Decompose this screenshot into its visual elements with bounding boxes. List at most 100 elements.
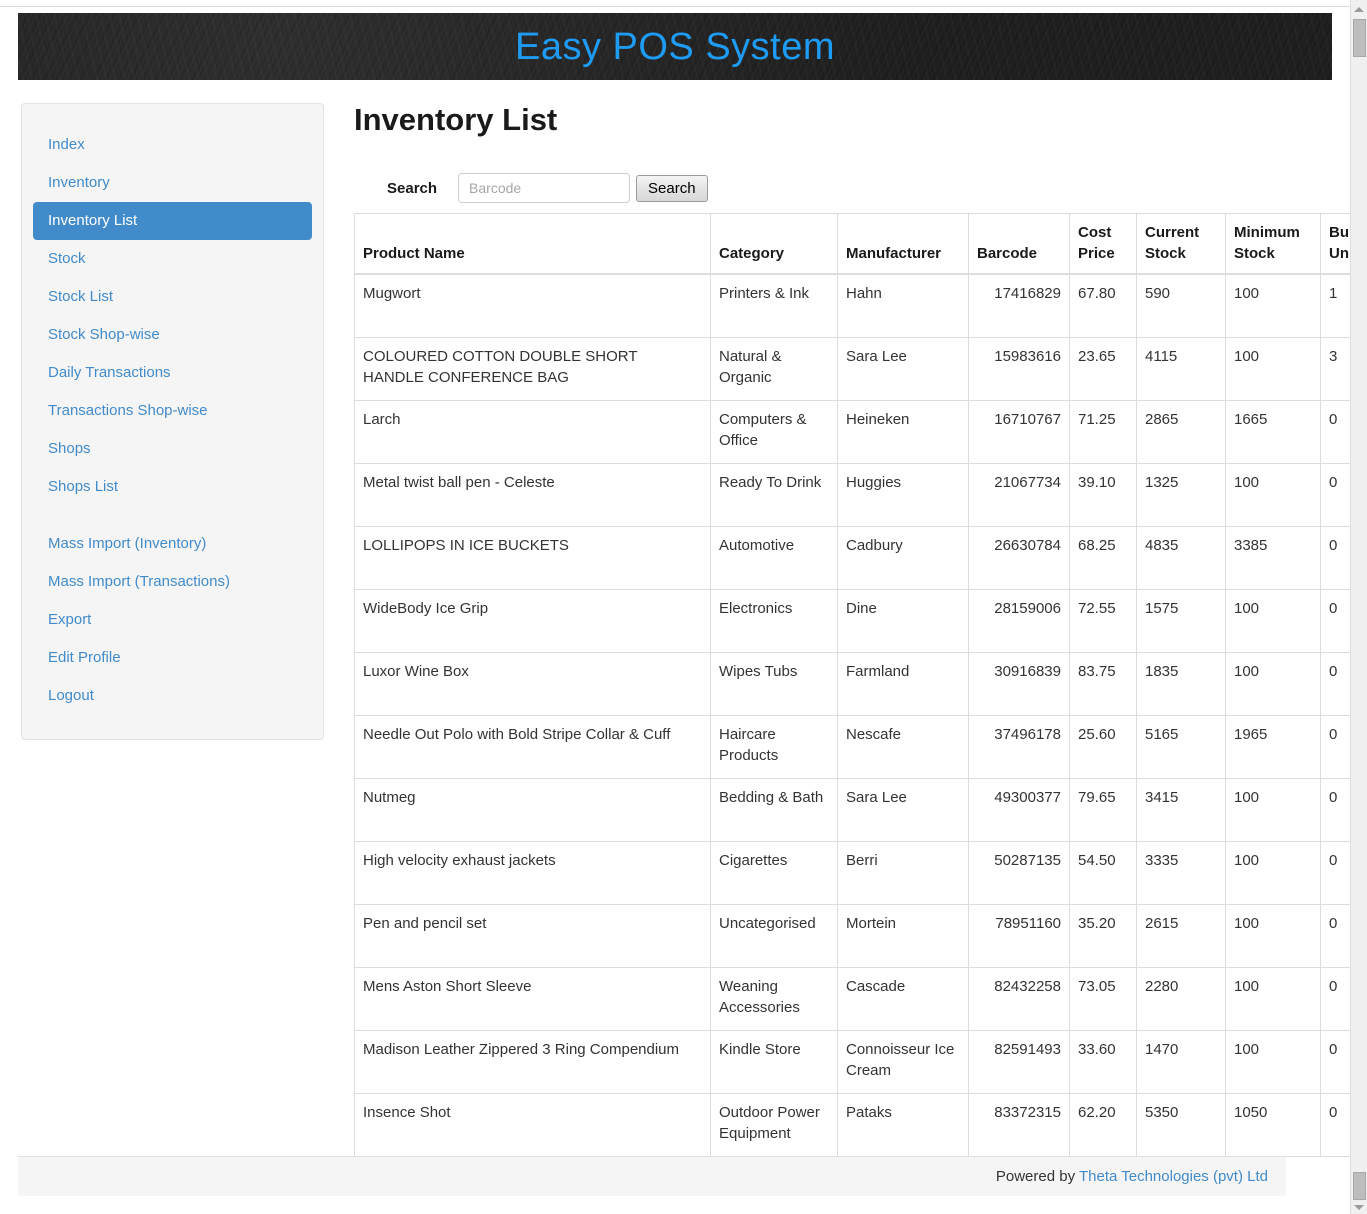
cell-bundle-unit: 0: [1321, 968, 1351, 1031]
column-header-barcode[interactable]: Barcode: [969, 214, 1070, 275]
main-content: Inventory List Search Search Product Nam…: [354, 103, 1332, 1157]
sidebar-item-transactions-shop-wise[interactable]: Transactions Shop-wise: [33, 392, 312, 430]
inventory-table-head: Product Name Category Manufacturer Barco…: [355, 214, 1351, 275]
table-row: COLOURED COTTON DOUBLE SHORT HANDLE CONF…: [355, 338, 1351, 401]
cell-bundle-unit: 0: [1321, 716, 1351, 779]
cell-current-stock: 5350: [1137, 1094, 1226, 1157]
table-row: NutmegBedding & BathSara Lee4930037779.6…: [355, 779, 1351, 842]
sidebar-item-export[interactable]: Export: [33, 601, 312, 639]
sidebar-item-logout[interactable]: Logout: [33, 677, 312, 715]
cell-category: Printers & Ink: [711, 274, 838, 338]
footer-company-link[interactable]: Theta Technologies (pvt) Ltd: [1079, 1168, 1268, 1185]
cell-barcode: 30916839: [969, 653, 1070, 716]
sidebar-nav: Index Inventory Inventory List Stock Sto…: [21, 103, 324, 740]
cell-minimum-stock: 1050: [1226, 1094, 1321, 1157]
cell-category: Haircare Products: [711, 716, 838, 779]
cell-product-name: Pen and pencil set: [355, 905, 711, 968]
scroll-up-arrow-icon[interactable]: [1354, 7, 1364, 12]
footer-credit-prefix: Powered by: [996, 1168, 1079, 1185]
search-button[interactable]: Search: [636, 175, 708, 202]
cell-barcode: 16710767: [969, 401, 1070, 464]
page-title: Inventory List: [354, 103, 1332, 145]
cell-bundle-unit: 0: [1321, 1031, 1351, 1094]
cell-manufacturer: Dine: [838, 590, 969, 653]
cell-current-stock: 1835: [1137, 653, 1226, 716]
footer-credit: Powered by Theta Technologies (pvt) Ltd: [996, 1168, 1268, 1185]
inventory-table-body: MugwortPrinters & InkHahn1741682967.8059…: [355, 274, 1351, 1157]
sidebar-item-edit-profile[interactable]: Edit Profile: [33, 639, 312, 677]
cell-category: Kindle Store: [711, 1031, 838, 1094]
column-header-product-name[interactable]: Product Name: [355, 214, 711, 275]
column-header-current-stock[interactable]: Current Stock: [1137, 214, 1226, 275]
table-row: Metal twist ball pen - CelesteReady To D…: [355, 464, 1351, 527]
cell-minimum-stock: 1665: [1226, 401, 1321, 464]
cell-minimum-stock: 100: [1226, 905, 1321, 968]
cell-barcode: 37496178: [969, 716, 1070, 779]
cell-bundle-unit: 0: [1321, 905, 1351, 968]
cell-barcode: 28159006: [969, 590, 1070, 653]
cell-cost-price: 83.75: [1070, 653, 1137, 716]
cell-product-name: High velocity exhaust jackets: [355, 842, 711, 905]
cell-minimum-stock: 100: [1226, 1031, 1321, 1094]
cell-cost-price: 72.55: [1070, 590, 1137, 653]
scroll-down-arrow-icon[interactable]: [1354, 1205, 1364, 1210]
scrollbar-thumb[interactable]: [1353, 19, 1366, 57]
cell-current-stock: 4115: [1137, 338, 1226, 401]
cell-manufacturer: Sara Lee: [838, 779, 969, 842]
cell-category: Ready To Drink: [711, 464, 838, 527]
cell-bundle-unit: 0: [1321, 590, 1351, 653]
page-content: Easy POS System Index Inventory Inventor…: [0, 7, 1350, 1214]
sidebar-item-stock-shop-wise[interactable]: Stock Shop-wise: [33, 316, 312, 354]
cell-manufacturer: Berri: [838, 842, 969, 905]
cell-current-stock: 1325: [1137, 464, 1226, 527]
scrollbar-thumb-secondary[interactable]: [1353, 1172, 1366, 1200]
cell-cost-price: 71.25: [1070, 401, 1137, 464]
cell-cost-price: 67.80: [1070, 274, 1137, 338]
sidebar-item-stock-list[interactable]: Stock List: [33, 278, 312, 316]
column-header-category[interactable]: Category: [711, 214, 838, 275]
cell-cost-price: 33.60: [1070, 1031, 1137, 1094]
sidebar-item-shops-list[interactable]: Shops List: [33, 468, 312, 506]
table-header-row: Product Name Category Manufacturer Barco…: [355, 214, 1351, 275]
sidebar-item-shops[interactable]: Shops: [33, 430, 312, 468]
cell-cost-price: 62.20: [1070, 1094, 1137, 1157]
sidebar-item-stock[interactable]: Stock: [33, 240, 312, 278]
cell-manufacturer: Sara Lee: [838, 338, 969, 401]
search-input[interactable]: [458, 173, 630, 203]
cell-category: Wipes Tubs: [711, 653, 838, 716]
table-row: Madison Leather Zippered 3 Ring Compendi…: [355, 1031, 1351, 1094]
cell-category: Uncategorised: [711, 905, 838, 968]
column-header-bundle-unit[interactable]: Bundle Unit: [1321, 214, 1351, 275]
search-form: Search Search: [354, 173, 1332, 203]
cell-current-stock: 590: [1137, 274, 1226, 338]
cell-bundle-unit: 0: [1321, 464, 1351, 527]
cell-current-stock: 2280: [1137, 968, 1226, 1031]
cell-cost-price: 23.65: [1070, 338, 1137, 401]
cell-manufacturer: Pataks: [838, 1094, 969, 1157]
sidebar-item-mass-import-transactions[interactable]: Mass Import (Transactions): [33, 563, 312, 601]
cell-manufacturer: Nescafe: [838, 716, 969, 779]
column-header-cost-price[interactable]: Cost Price: [1070, 214, 1137, 275]
page-scrollbar[interactable]: [1350, 0, 1367, 1214]
table-row: Pen and pencil setUncategorisedMortein78…: [355, 905, 1351, 968]
cell-bundle-unit: 3: [1321, 338, 1351, 401]
sidebar-item-inventory-list[interactable]: Inventory List: [33, 202, 312, 240]
cell-barcode: 82432258: [969, 968, 1070, 1031]
cell-product-name: Larch: [355, 401, 711, 464]
sidebar-item-daily-transactions[interactable]: Daily Transactions: [33, 354, 312, 392]
table-row: High velocity exhaust jacketsCigarettesB…: [355, 842, 1351, 905]
column-header-manufacturer[interactable]: Manufacturer: [838, 214, 969, 275]
sidebar-item-index[interactable]: Index: [33, 126, 312, 164]
sidebar-item-mass-import-inventory[interactable]: Mass Import (Inventory): [33, 525, 312, 563]
cell-bundle-unit: 0: [1321, 842, 1351, 905]
cell-product-name: Nutmeg: [355, 779, 711, 842]
column-header-minimum-stock[interactable]: Minimum Stock: [1226, 214, 1321, 275]
cell-barcode: 50287135: [969, 842, 1070, 905]
browser-viewport: Easy POS System Index Inventory Inventor…: [0, 0, 1367, 1214]
cell-current-stock: 5165: [1137, 716, 1226, 779]
table-row: WideBody Ice GripElectronicsDine28159006…: [355, 590, 1351, 653]
cell-manufacturer: Connoisseur Ice Cream: [838, 1031, 969, 1094]
sidebar-item-inventory[interactable]: Inventory: [33, 164, 312, 202]
cell-bundle-unit: 0: [1321, 779, 1351, 842]
cell-product-name: Needle Out Polo with Bold Stripe Collar …: [355, 716, 711, 779]
